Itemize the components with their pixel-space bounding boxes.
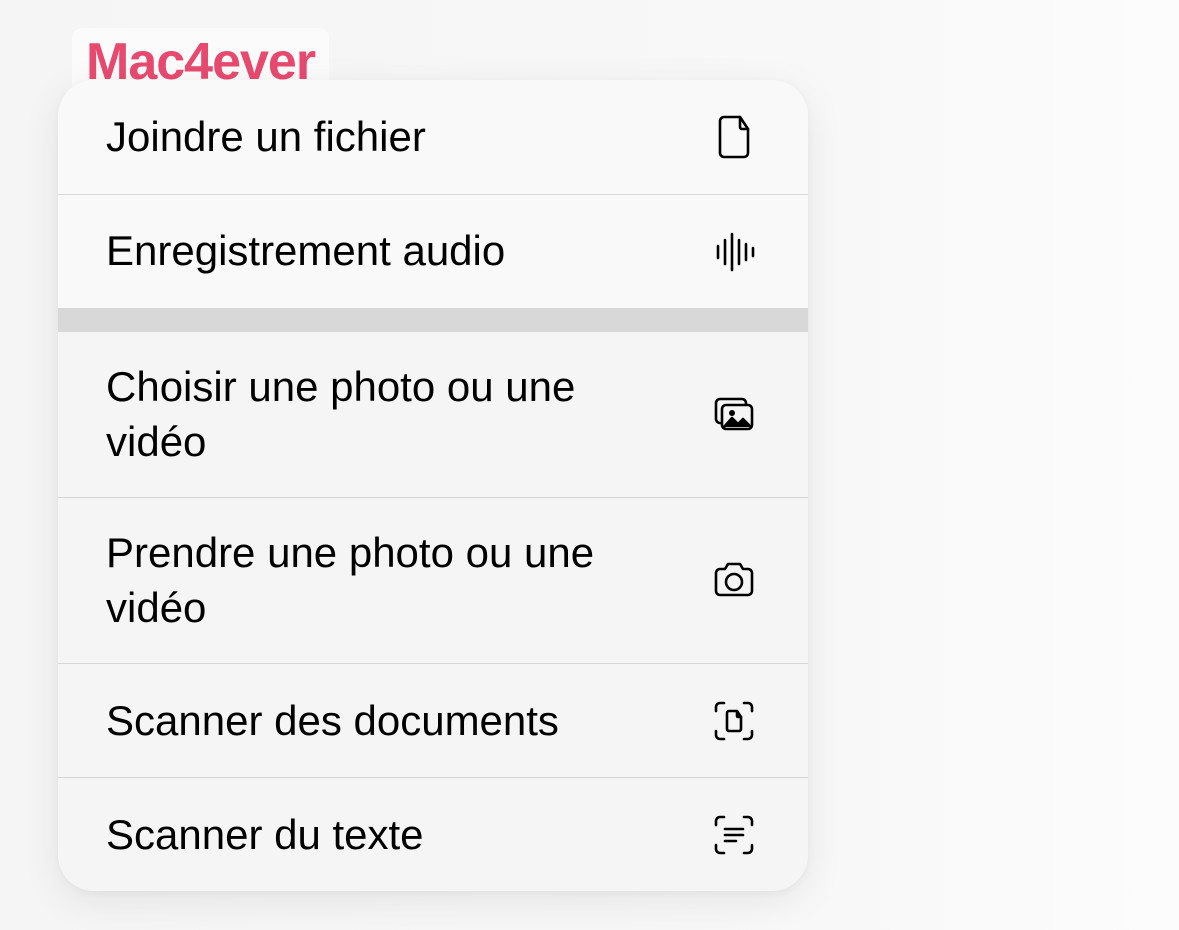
menu-separator [58, 308, 808, 332]
scan-documents-item[interactable]: Scanner des documents [58, 663, 808, 777]
document-icon [708, 111, 760, 163]
camera-icon [708, 555, 760, 607]
take-photo-video-item[interactable]: Prendre une photo ou une vidéo [58, 497, 808, 663]
scan-document-icon [708, 695, 760, 747]
attach-file-label: Joindre un fichier [106, 110, 426, 165]
waveform-icon [708, 226, 760, 278]
scan-text-label: Scanner du texte [106, 808, 424, 863]
take-photo-video-label: Prendre une photo ou une vidéo [106, 526, 626, 635]
scan-text-icon [708, 809, 760, 861]
attachment-action-sheet: Joindre un fichier Enregistrement audio … [58, 80, 808, 891]
choose-photo-video-label: Choisir une photo ou une vidéo [106, 360, 626, 469]
scan-text-item[interactable]: Scanner du texte [58, 777, 808, 891]
choose-photo-video-item[interactable]: Choisir une photo ou une vidéo [58, 332, 808, 497]
attach-file-item[interactable]: Joindre un fichier [58, 80, 808, 194]
scan-documents-label: Scanner des documents [106, 694, 559, 749]
photo-library-icon [708, 389, 760, 441]
audio-recording-label: Enregistrement audio [106, 224, 505, 279]
audio-recording-item[interactable]: Enregistrement audio [58, 194, 808, 308]
